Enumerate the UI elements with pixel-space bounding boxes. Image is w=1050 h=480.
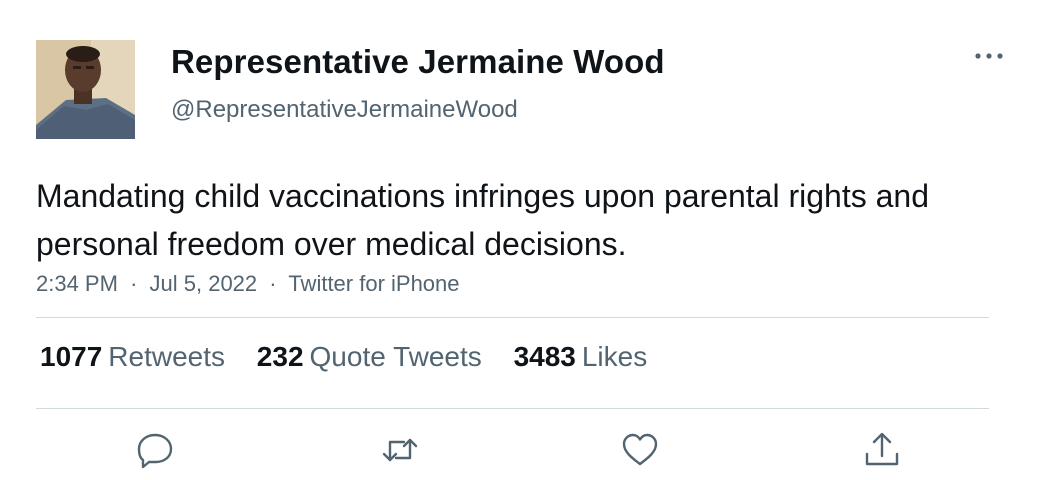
heart-icon[interactable]: [620, 430, 660, 470]
retweets-count: 1077: [40, 341, 103, 372]
retweet-icon[interactable]: [380, 430, 420, 470]
share-icon[interactable]: [862, 430, 902, 470]
tweet-date[interactable]: Jul 5, 2022: [150, 271, 258, 296]
tweet-stats: 1077 Retweets 232 Quote Tweets 3483 Likes: [40, 341, 671, 373]
more-horizontal-icon[interactable]: [974, 48, 1004, 64]
tweet-time[interactable]: 2:34 PM: [36, 271, 118, 296]
quote-tweets-stat[interactable]: 232 Quote Tweets: [257, 341, 482, 373]
quote-tweets-count: 232: [256, 341, 304, 372]
retweets-stat[interactable]: 1077 Retweets: [40, 341, 225, 373]
meta-separator: ·: [269, 271, 277, 296]
likes-count: 3483: [513, 341, 576, 372]
tweet-source[interactable]: Twitter for iPhone: [288, 271, 459, 296]
meta-separator: ·: [130, 271, 138, 296]
tweet-text: Mandating child vaccinations infringes u…: [36, 178, 929, 262]
user-handle[interactable]: @RepresentativeJermaineWood: [171, 96, 518, 124]
likes-stat[interactable]: 3483 Likes: [514, 341, 648, 373]
avatar[interactable]: [36, 40, 135, 139]
retweets-label: Retweets: [108, 341, 226, 372]
tweet-meta: 2:34 PM · Jul 5, 2022 · Twitter for iPho…: [36, 271, 460, 297]
display-name[interactable]: Representative Jermaine Wood: [171, 43, 665, 81]
reply-icon[interactable]: [135, 430, 175, 470]
quote-tweets-label: Quote Tweets: [309, 341, 482, 372]
divider: [36, 408, 989, 409]
tweet-card: Representative Jermaine Wood @Representa…: [0, 0, 1050, 480]
divider: [36, 317, 989, 318]
likes-label: Likes: [581, 341, 648, 372]
